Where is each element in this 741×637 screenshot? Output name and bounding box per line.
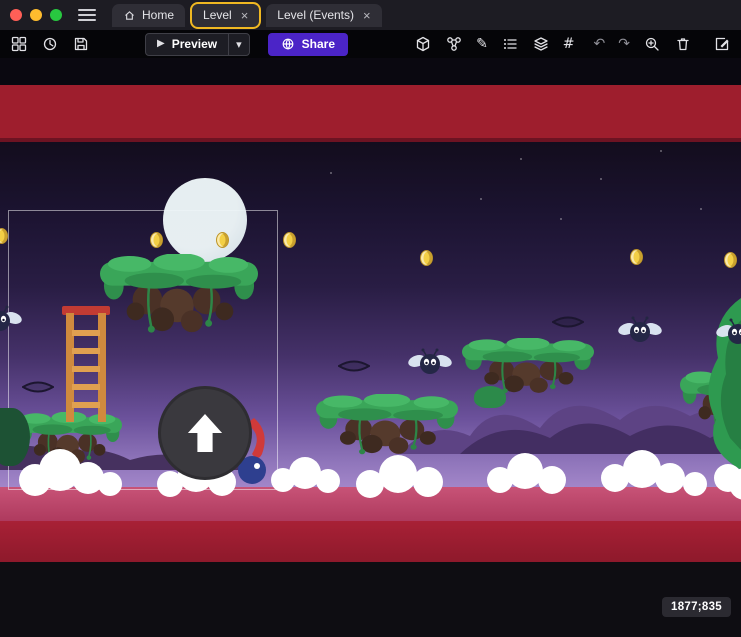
preview-button[interactable]: ▶ Preview ▾: [145, 33, 250, 56]
close-tab-icon[interactable]: ×: [363, 8, 371, 23]
history-icon[interactable]: [41, 35, 59, 53]
redo-icon[interactable]: ↷: [618, 37, 630, 51]
tab-home[interactable]: Home: [112, 4, 185, 27]
coin-object[interactable]: [216, 232, 229, 248]
layers-icon[interactable]: [532, 35, 550, 53]
close-tab-icon[interactable]: ×: [241, 8, 249, 23]
clouds[interactable]: [0, 428, 741, 503]
bat-enemy-object[interactable]: [716, 318, 741, 348]
grid-icon[interactable]: #: [563, 37, 575, 51]
bat-enemy-object[interactable]: [0, 305, 22, 335]
undo-icon[interactable]: ↶: [594, 37, 606, 51]
tab-label: Level: [203, 8, 232, 22]
toolbar-right-group: ✎ # ↶ ↷: [414, 35, 731, 53]
window-controls: [10, 9, 62, 21]
objects-list-icon[interactable]: [501, 35, 519, 53]
tab-bar: Home Level × Level (Events) ×: [112, 0, 382, 30]
tab-label: Level (Events): [277, 8, 354, 22]
coin-object[interactable]: [420, 250, 433, 266]
app-window: Home Level × Level (Events) ×: [0, 0, 741, 637]
close-window-button[interactable]: [10, 9, 22, 21]
bat-enemy-object[interactable]: [618, 316, 662, 346]
coin-object[interactable]: [724, 252, 737, 268]
ladder-object[interactable]: [64, 306, 108, 422]
save-icon[interactable]: [72, 35, 90, 53]
bush-object[interactable]: [474, 386, 506, 408]
coin-object[interactable]: [283, 232, 296, 248]
minimize-window-button[interactable]: [30, 9, 42, 21]
trash-icon[interactable]: [674, 35, 692, 53]
panels-icon[interactable]: [10, 35, 28, 53]
jump-control-button[interactable]: [158, 386, 252, 480]
moon-object[interactable]: [163, 178, 247, 262]
pencil-icon[interactable]: ✎: [476, 37, 488, 51]
cursor-coordinates: 1877;835: [662, 597, 731, 617]
play-icon: ▶: [157, 39, 165, 49]
toolbar-left-group: [10, 35, 90, 53]
share-label: Share: [302, 37, 335, 51]
tab-level-events[interactable]: Level (Events) ×: [266, 4, 381, 27]
toolbar-center-group: ▶ Preview ▾ Share: [145, 33, 348, 56]
bat-enemy-object[interactable]: [408, 348, 452, 378]
tab-label: Home: [142, 8, 174, 22]
ufo-object[interactable]: [552, 316, 584, 328]
preview-label: Preview: [172, 37, 217, 51]
menu-icon[interactable]: [78, 9, 96, 21]
preview-options-chevron-icon[interactable]: ▾: [228, 34, 249, 55]
platform-island[interactable]: [100, 254, 258, 348]
zoom-in-icon[interactable]: [643, 35, 661, 53]
red-banner-top: [0, 85, 741, 142]
globe-icon: [281, 37, 295, 51]
coin-object[interactable]: [630, 249, 643, 265]
maximize-window-button[interactable]: [50, 9, 62, 21]
3d-cube-icon[interactable]: [414, 35, 432, 53]
tab-level[interactable]: Level ×: [192, 4, 259, 27]
titlebar: Home Level × Level (Events) ×: [0, 0, 741, 30]
red-ground-band: [0, 521, 741, 562]
toolbar: ▶ Preview ▾ Share ✎: [0, 30, 741, 58]
scene-editor-canvas[interactable]: [0, 58, 741, 562]
ufo-object[interactable]: [338, 360, 370, 372]
scene-top-strip: [0, 58, 741, 85]
home-icon: [123, 9, 136, 22]
ufo-object[interactable]: [22, 381, 54, 393]
edit-events-icon[interactable]: [713, 35, 731, 53]
share-button[interactable]: Share: [268, 33, 348, 56]
up-arrow-icon: [186, 412, 224, 454]
object-groups-icon[interactable]: [445, 35, 463, 53]
coin-object[interactable]: [150, 232, 163, 248]
